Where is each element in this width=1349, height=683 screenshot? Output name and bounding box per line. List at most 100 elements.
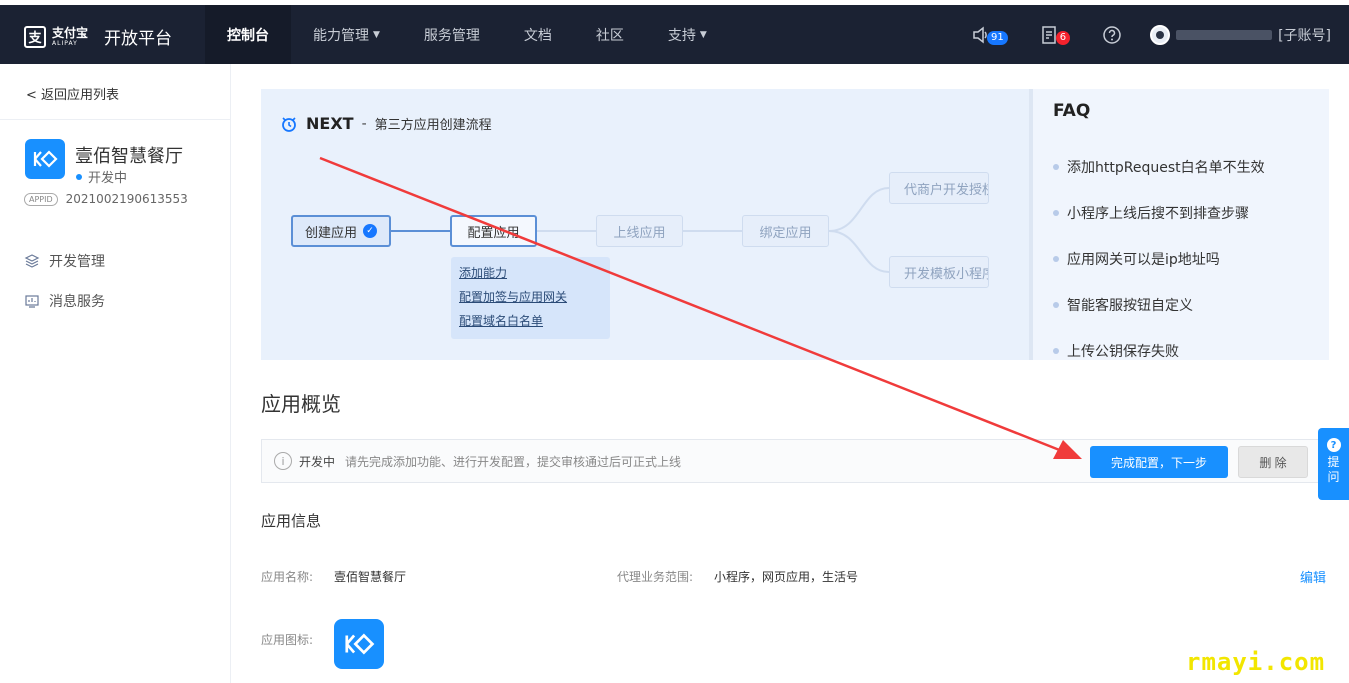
finish-config-next-button[interactable]: 完成配置，下一步 <box>1090 446 1228 478</box>
bullet-icon <box>1053 256 1059 262</box>
platform-title: 开放平台 <box>104 29 173 49</box>
flow-step-merchant-auth[interactable]: 代商户开发授权 <box>889 172 989 204</box>
notice-status: 开发中 <box>299 454 336 469</box>
flow-step-label: 绑定应用 <box>759 225 812 241</box>
edit-link[interactable]: 编辑 <box>1300 567 1326 586</box>
nav-service-label: 服务管理 <box>423 27 480 44</box>
app-logo-icon <box>25 139 65 179</box>
faq-title: FAQ <box>1053 101 1091 121</box>
nav-docs[interactable]: 文档 <box>502 5 574 64</box>
sidebar-item-dev-management[interactable]: 开发管理 <box>24 241 105 281</box>
bullet-icon <box>1053 164 1059 170</box>
faq-item[interactable]: 上传公钥保存失败 <box>1053 328 1265 374</box>
link-add-capability[interactable]: 添加能力 <box>459 261 602 285</box>
nav-support-label: 支持 <box>667 27 696 44</box>
flow-step-label: 开发模板小程序 <box>904 266 989 282</box>
flow-step-create-app[interactable]: 创建应用 ✓ <box>291 215 391 247</box>
sidebar: < 返回应用列表 壹佰智慧餐厅 开发中 APPID 20210021906135… <box>0 64 231 683</box>
back-to-app-list[interactable]: < 返回应用列表 <box>26 84 119 103</box>
user-account-type: [子账号] <box>1278 27 1331 44</box>
faq-item-label: 小程序上线后搜不到排查步骤 <box>1067 206 1249 222</box>
link-config-sign-gateway[interactable]: 配置加签与应用网关 <box>459 285 602 309</box>
back-label: 返回应用列表 <box>41 88 120 103</box>
question-icon: ? <box>1326 438 1341 452</box>
user-name-masked <box>1176 29 1273 40</box>
bullet-icon <box>1053 302 1059 308</box>
flow-step-label: 配置应用 <box>467 225 520 241</box>
app-icon-image <box>334 619 384 669</box>
faq-item[interactable]: 应用网关可以是ip地址吗 <box>1053 236 1265 282</box>
nav-support[interactable]: 支持 ▼ <box>646 5 729 64</box>
app-status-label: 开发中 <box>88 171 128 186</box>
monitor-icon <box>25 295 39 308</box>
ask-question-tab[interactable]: ? 提 问 <box>1318 428 1349 500</box>
alipay-logo-icon: 支 <box>24 25 46 48</box>
help-button[interactable] <box>1102 25 1122 45</box>
user-menu[interactable]: [子账号] <box>1150 24 1331 45</box>
app-name-label: 应用名称: <box>261 570 314 584</box>
watermark: rmayi.com <box>1186 648 1326 676</box>
nav-console[interactable]: 控制台 <box>205 5 291 64</box>
flow-step-label: 代商户开发授权 <box>904 182 989 198</box>
nav-capability[interactable]: 能力管理 ▼ <box>291 5 402 64</box>
flow-step-bind-app[interactable]: 绑定应用 <box>742 215 829 247</box>
bullet-icon <box>1053 348 1059 354</box>
appid-tag: APPID <box>24 192 58 206</box>
main-content: NEXT - 第三方应用创建流程 创建应用 ✓ 配置应用 上线应用 绑定应用 代… <box>231 64 1349 683</box>
status-notice-bar: i 开发中 请先完成添加功能、进行开发配置，提交审核通过后可正式上线 完成配置，… <box>261 439 1329 483</box>
avatar <box>1150 24 1171 45</box>
config-substeps: 添加能力 配置加签与应用网关 配置域名白名单 <box>451 257 610 339</box>
nav-console-label: 控制台 <box>227 27 269 44</box>
faq-item-label: 智能客服按钮自定义 <box>1067 298 1193 314</box>
logo-cn: 支付宝 <box>52 25 89 40</box>
link-config-domain-whitelist[interactable]: 配置域名白名单 <box>459 309 602 333</box>
flow-step-online-app[interactable]: 上线应用 <box>596 215 683 247</box>
faq-item-label: 添加httpRequest白名单不生效 <box>1067 160 1265 176</box>
app-name: 壹佰智慧餐厅 <box>75 146 183 167</box>
overview-title: 应用概览 <box>261 392 341 416</box>
top-navigation-bar: 支 支付宝 ALIPAY 开放平台 控制台 能力管理 ▼ 服务管理 文档 社区 支… <box>0 0 1349 64</box>
faq-item[interactable]: 添加httpRequest白名单不生效 <box>1053 144 1265 190</box>
nav-capability-label: 能力管理 <box>313 27 369 44</box>
notification-badge: 91 <box>986 30 1008 45</box>
appid-row: APPID 2021002190613553 <box>24 192 188 206</box>
chevron-left-icon: < <box>26 88 37 103</box>
flow-step-label: 上线应用 <box>613 225 666 241</box>
checkmark-icon: ✓ <box>363 224 377 238</box>
alipay-logo[interactable]: 支 支付宝 ALIPAY 开放平台 <box>24 24 172 49</box>
status-dot <box>76 173 82 180</box>
nav-service[interactable]: 服务管理 <box>402 5 502 64</box>
faq-item[interactable]: 智能客服按钮自定义 <box>1053 282 1265 328</box>
nav-docs-label: 文档 <box>523 27 552 44</box>
faq-item-label: 上传公钥保存失败 <box>1067 344 1179 360</box>
faq-panel: FAQ 添加httpRequest白名单不生效 小程序上线后搜不到排查步骤 应用… <box>1029 89 1329 360</box>
layers-icon <box>24 254 40 268</box>
sidebar-item-message-service[interactable]: 消息服务 <box>24 281 105 321</box>
header-tools: 91 6 [子账号] <box>971 5 1331 64</box>
app-icon-label: 应用图标: <box>261 633 314 647</box>
flow-step-template-miniapp[interactable]: 开发模板小程序 <box>889 256 989 288</box>
nav-community[interactable]: 社区 <box>574 5 646 64</box>
notification-button[interactable]: 91 <box>971 25 1012 45</box>
app-name-value: 壹佰智慧餐厅 <box>334 570 407 584</box>
flow-step-label: 创建应用 <box>304 225 357 241</box>
caret-down-icon: ▼ <box>373 29 380 40</box>
sidebar-item-label: 开发管理 <box>49 254 105 270</box>
delete-button[interactable]: 删 除 <box>1238 446 1308 478</box>
business-scope-label: 代理业务范围: <box>617 570 694 584</box>
nav-community-label: 社区 <box>595 27 624 44</box>
info-icon: i <box>274 452 292 470</box>
faq-item[interactable]: 小程序上线后搜不到排查步骤 <box>1053 190 1265 236</box>
sidebar-divider <box>0 119 230 120</box>
sidebar-menu: 开发管理 消息服务 <box>24 241 105 321</box>
caret-down-icon: ▼ <box>699 29 707 40</box>
alipay-logo-text: 支付宝 ALIPAY <box>52 27 88 47</box>
creation-flow-banner: NEXT - 第三方应用创建流程 创建应用 ✓ 配置应用 上线应用 绑定应用 代… <box>261 89 1329 360</box>
task-button[interactable]: 6 <box>1040 25 1074 45</box>
faq-item-label: 应用网关可以是ip地址吗 <box>1067 252 1220 268</box>
flow-step-config-app[interactable]: 配置应用 <box>450 215 537 247</box>
question-circle-icon <box>1103 25 1121 44</box>
appid-value: 2021002190613553 <box>65 192 188 206</box>
bullet-icon <box>1053 210 1059 216</box>
help-tab-label-2: 问 <box>1327 470 1340 484</box>
